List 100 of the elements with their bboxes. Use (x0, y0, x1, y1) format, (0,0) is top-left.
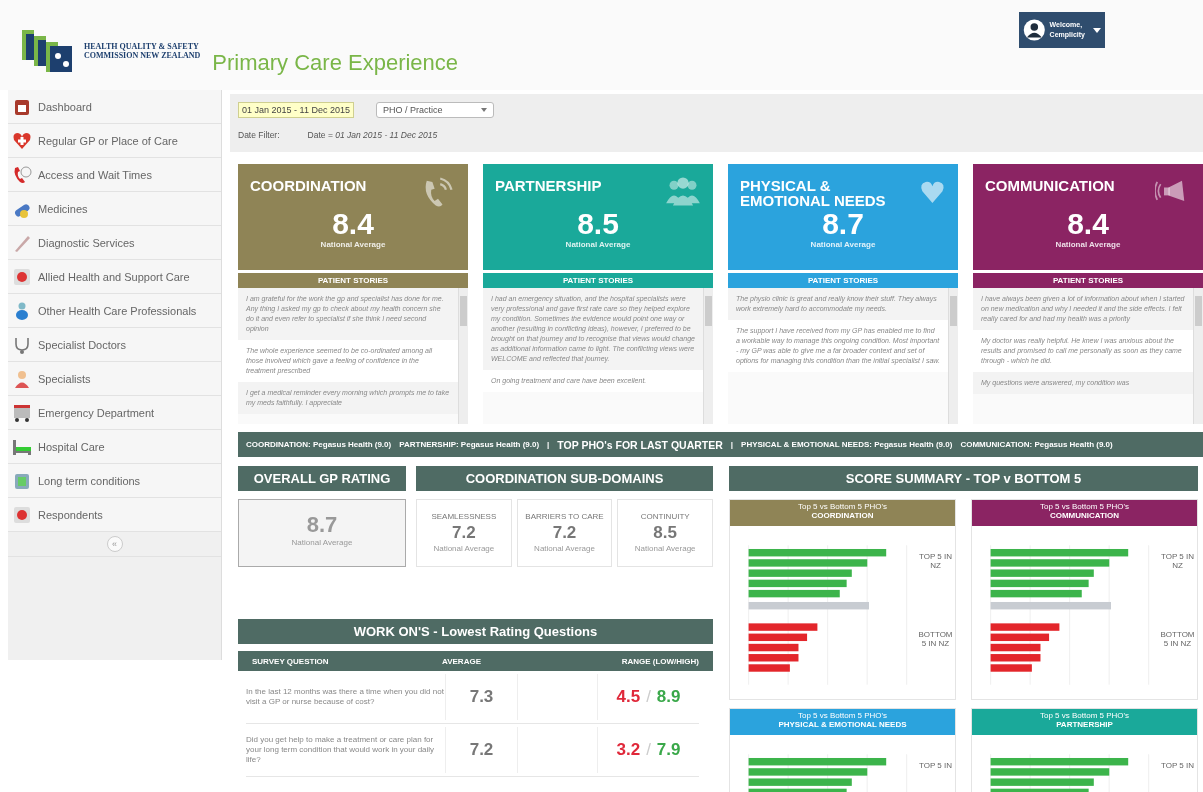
chart-title: Top 5 vs Bottom 5 PHO's (796, 711, 889, 720)
sub-domain-score: 8.5 (652, 523, 678, 543)
chart-title: Top 5 vs Bottom 5 PHO's (1038, 711, 1131, 720)
stories-header: PATIENT STORIES (238, 273, 468, 288)
sub-domain-score: 7.2 (451, 523, 477, 543)
score-caption: National Average (1054, 240, 1122, 249)
stories-header: PATIENT STORIES (728, 273, 958, 288)
medical-bag-icon (12, 266, 32, 287)
bar (990, 623, 1060, 631)
sidebar-item[interactable]: Access and Wait Times (8, 158, 221, 192)
domain-score: 8.4 (331, 208, 375, 240)
column-header: RANGE (LOW/HIGH) (620, 656, 699, 666)
score-caption: National Average (432, 544, 496, 553)
page-title: Primary Care Experience (212, 50, 459, 76)
bar (748, 623, 818, 631)
high-score: 7.9 (656, 740, 681, 760)
score-caption: National Average (564, 240, 632, 249)
sidebar-item[interactable]: Emergency Department (8, 396, 221, 430)
score-caption: National Average (633, 544, 697, 553)
date-range-field[interactable]: 01 Jan 2015 - 11 Dec 2015 (238, 102, 354, 118)
section-header: WORK ON'S - Lowest Rating Questions (238, 619, 713, 644)
table-cell: Did you get help to make a treatment or care plan for your long term condition that would work in your daily life? (246, 727, 446, 773)
section-header: SCORE SUMMARY - TOP v BOTTOM 5 (729, 466, 1198, 491)
phone-icon (12, 164, 32, 185)
bar (748, 633, 808, 642)
separator-text: / (646, 740, 651, 760)
low-score: 3.2 (616, 740, 641, 760)
logo-text: HEALTH QUALITY & SAFETY (84, 42, 200, 51)
score-caption: National Average (290, 538, 354, 547)
bar (748, 654, 799, 662)
sidebar-item[interactable]: Other Health Care Professionals (8, 294, 221, 328)
chart-title: Top 5 vs Bottom 5 PHO's (1038, 502, 1131, 511)
top-5-label: TOP 5 IN (1159, 761, 1195, 770)
sidebar-item[interactable]: Dashboard (8, 90, 221, 124)
table-cell: In the last 12 months was there a time when you did not visit a GP or nurse because of cost? (246, 674, 446, 720)
bar (990, 633, 1050, 642)
chart-title: Top 5 vs Bottom 5 PHO's (796, 502, 889, 511)
bar (990, 643, 1041, 652)
doctor-icon (12, 368, 32, 389)
table-cell: 7.2 (446, 727, 518, 773)
table-cell: 7.3 (446, 674, 518, 720)
score-caption: National Average (319, 240, 387, 249)
bar (748, 643, 799, 652)
section-header: OVERALL GP RATING (238, 466, 406, 491)
sub-domain-label: CONTINUITY (639, 512, 691, 521)
high-score: 8.9 (656, 687, 681, 707)
chart-subtitle: COORDINATION (810, 511, 875, 520)
domain-score: 8.4 (1066, 208, 1110, 240)
filter-label: Date Filter: (238, 130, 280, 140)
domain-title: COMMUNICATION (985, 178, 1115, 193)
sidebar-item[interactable]: Regular GP or Place of Care (8, 124, 221, 158)
score-caption: National Average (809, 240, 877, 249)
domain-title: PHYSICAL & EMOTIONAL NEEDS (740, 178, 887, 208)
domain-title: PARTNERSHIP (495, 178, 602, 193)
bottom-5-label: BOTTOM 5 IN NZ (917, 630, 954, 648)
column-header: SURVEY QUESTION (252, 656, 330, 666)
bottom-5-label: BOTTOM 5 IN NZ (1159, 630, 1196, 648)
ambulance-icon (12, 402, 32, 423)
domain-title: COORDINATION (250, 178, 367, 193)
separator-text: | (730, 440, 734, 449)
medical-bag-icon (12, 504, 32, 525)
sidebar-item[interactable]: Allied Health and Support Care (8, 260, 221, 294)
rating-score: 8.7 (305, 512, 339, 538)
sub-domain-label: BARRIERS TO CARE (524, 512, 605, 521)
low-score: 4.5 (616, 687, 641, 707)
domain-score: 8.7 (821, 208, 865, 240)
sub-domain-label: SEAMLESSNESS (430, 512, 498, 521)
chart-subtitle: PHYSICAL & EMOTIONAL NEEDS (777, 720, 908, 729)
sidebar-item[interactable]: Specialists (8, 362, 221, 396)
sidebar-item[interactable]: Specialist Doctors (8, 328, 221, 362)
top-5-label: TOP 5 IN NZ (1159, 552, 1195, 570)
caret-icon (480, 108, 487, 112)
chart-subtitle: COMMUNICATION (1048, 511, 1121, 520)
ticker-text: TOP PHO's FOR LAST QUARTER (557, 438, 723, 451)
logo-text: COMMISSION NEW ZEALAND (84, 51, 201, 60)
collapse-button[interactable]: « (106, 536, 123, 552)
filter-value: Date = 01 Jan 2015 - 11 Dec 2015 (307, 130, 438, 140)
bar (990, 664, 1032, 672)
heart-icon (12, 130, 32, 151)
separator-text: / (646, 687, 651, 707)
bar (748, 664, 790, 672)
sidebar-item[interactable]: Respondents (8, 498, 221, 532)
chart-subtitle: PARTNERSHIP (1055, 720, 1114, 729)
sidebar-item[interactable]: Long term conditions (8, 464, 221, 498)
score-caption: National Average (533, 544, 596, 553)
top-5-label: TOP 5 IN NZ (917, 552, 953, 570)
ticker-text: COORDINATION: Pegasus Health (9.0) (246, 440, 392, 449)
section-header: COORDINATION SUB-DOMAINS (416, 466, 713, 491)
sidebar-item[interactable]: Hospital Care (8, 430, 221, 464)
caret-icon (1093, 27, 1101, 33)
top-5-label: TOP 5 IN (917, 761, 953, 770)
sub-domain-score: 7.2 (551, 523, 578, 543)
sidebar-item[interactable]: Medicines (8, 192, 221, 226)
stories-header: PATIENT STORIES (973, 273, 1203, 288)
separator-text: | (547, 440, 550, 449)
bar (990, 654, 1041, 662)
pho-dropdown[interactable]: PHO / Practice (375, 102, 494, 118)
sidebar-item[interactable]: Diagnostic Services (8, 226, 221, 260)
domain-score: 8.5 (576, 208, 620, 240)
ticker-text: PARTNERSHIP: Pegasus Health (9.0) (399, 440, 540, 449)
